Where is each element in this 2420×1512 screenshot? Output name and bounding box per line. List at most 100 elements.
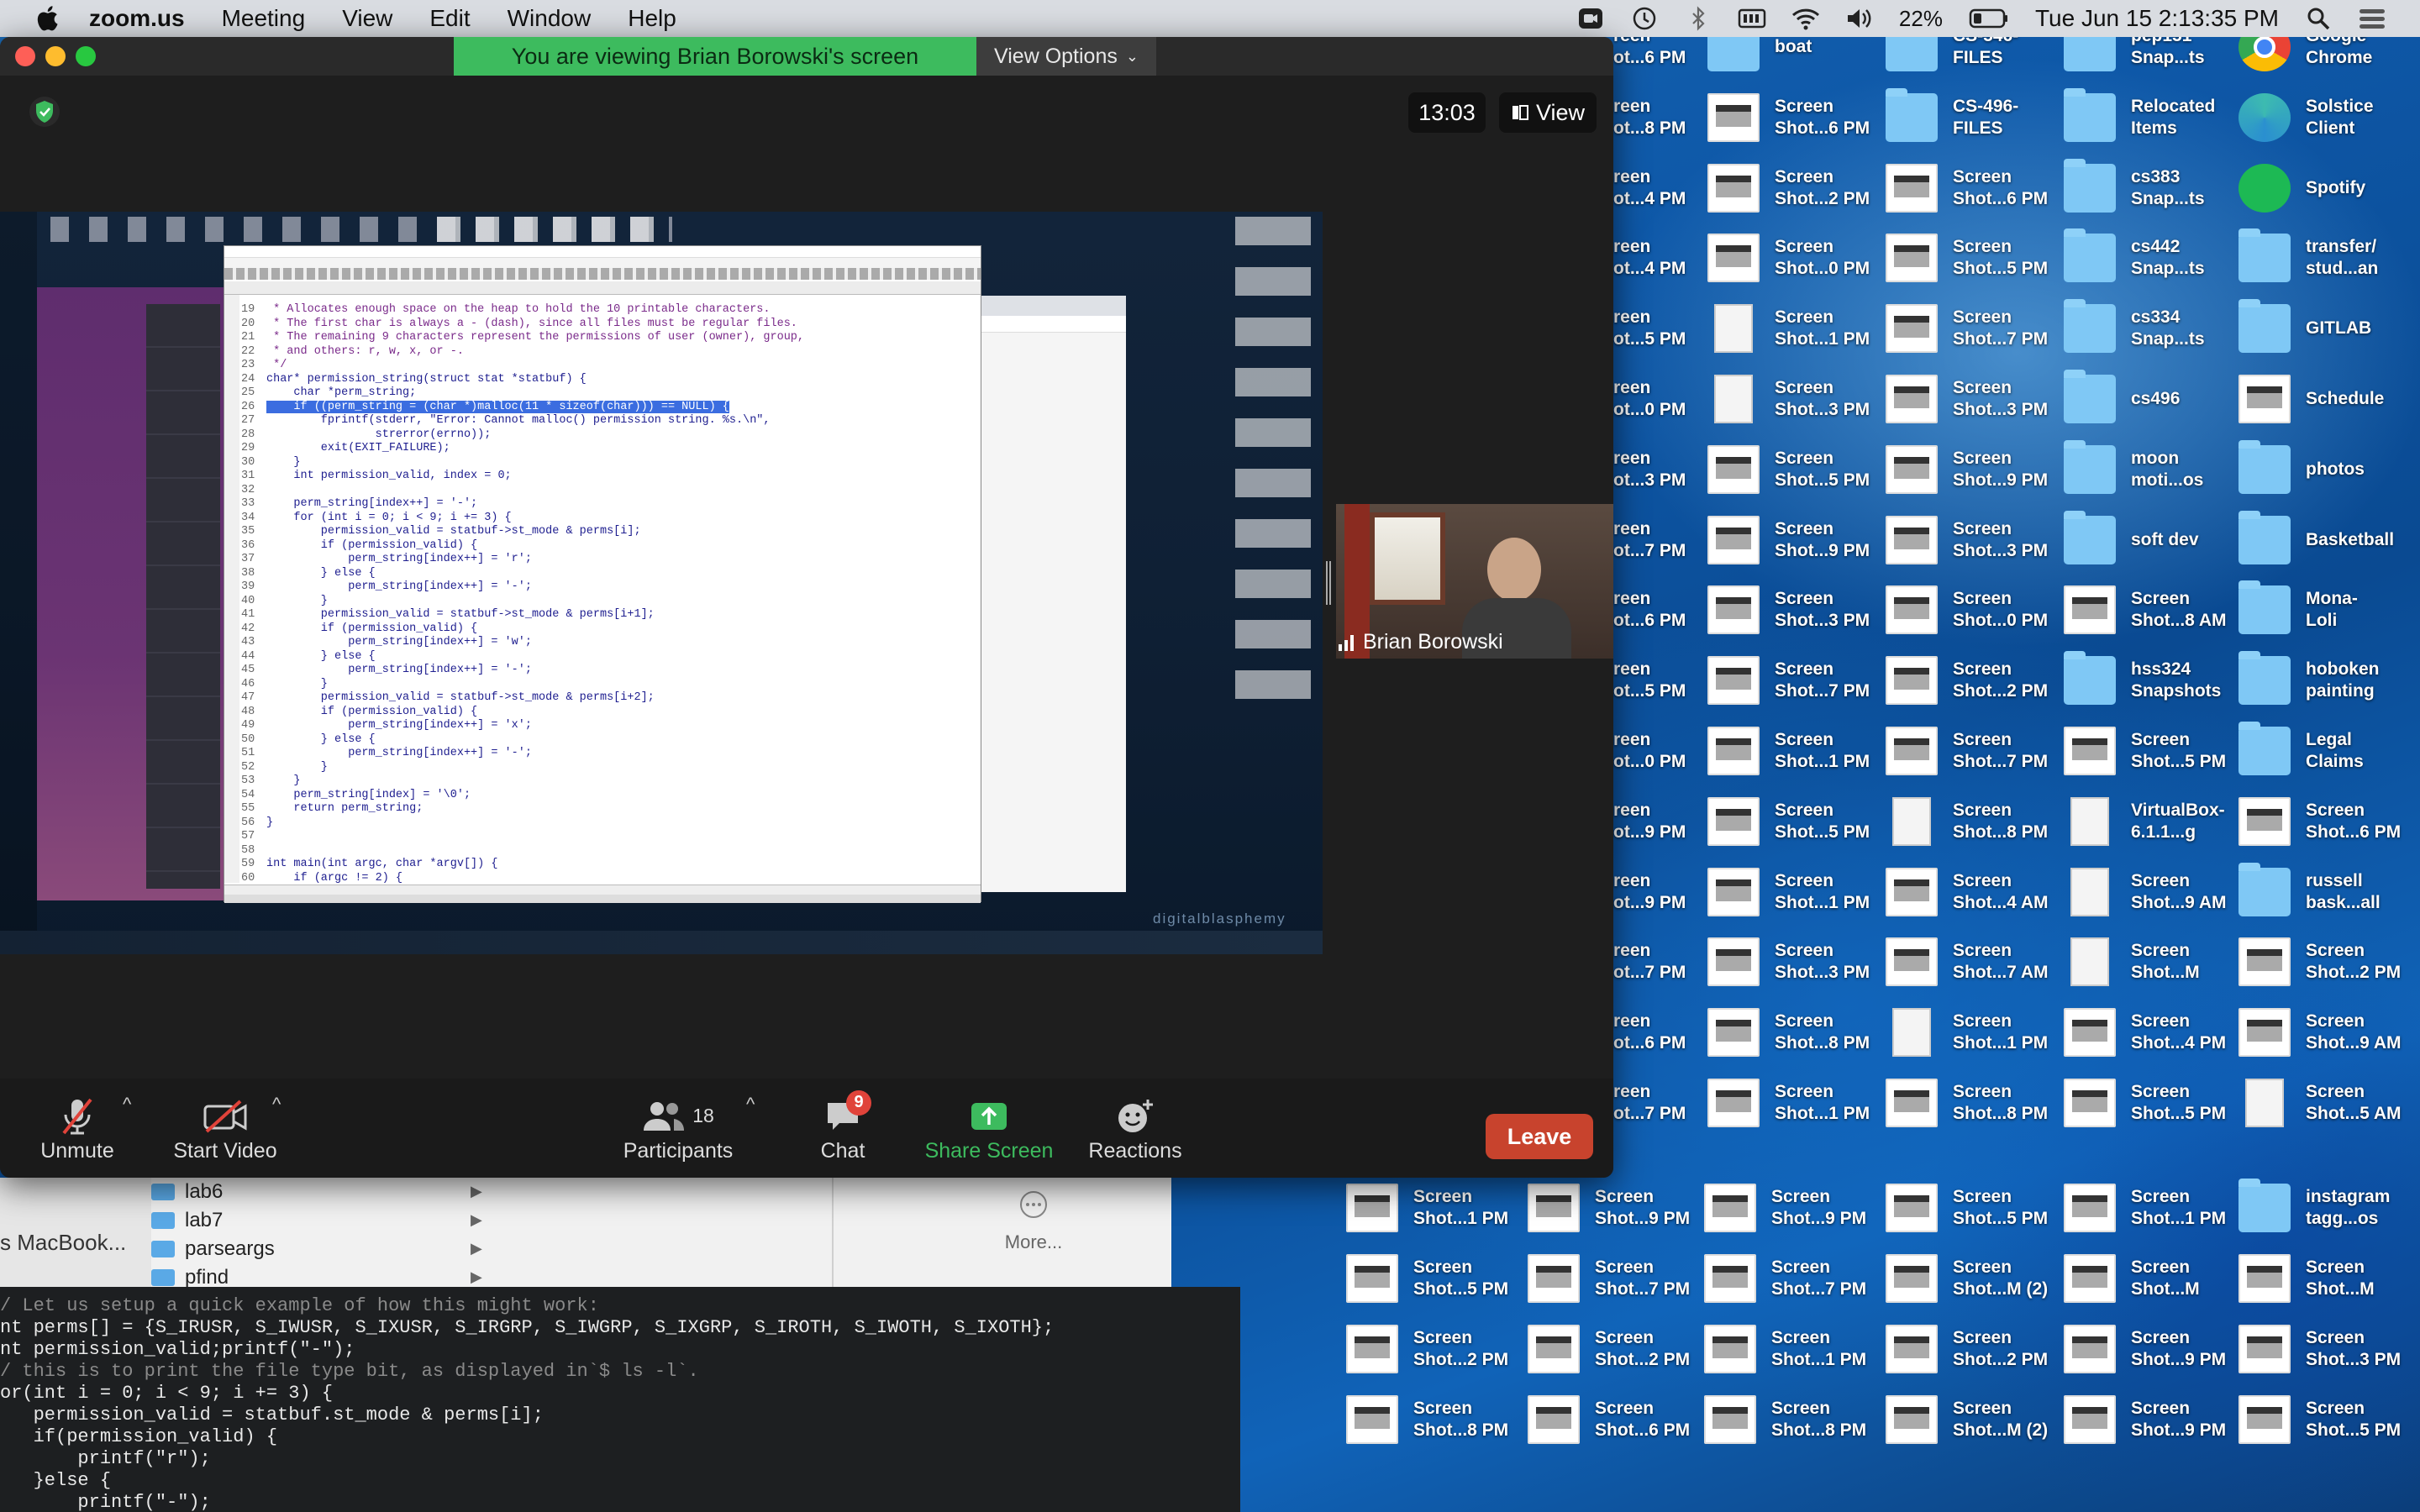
desktop-icon-shot[interactable]: Screen Shot...M	[2064, 1243, 2242, 1314]
desktop-icon-folder[interactable]: cs442 Snap...ts	[2064, 223, 2242, 293]
view-options-button[interactable]: View Options ⌄	[976, 37, 1156, 76]
desktop-icon-shot[interactable]: Screen Shot...9 PM	[2064, 1314, 2242, 1384]
desktop-icon-shot[interactable]: Screen Shot...6 PM	[1528, 1384, 1706, 1455]
desktop-icon-folder[interactable]: CS-496- FILES	[1886, 82, 2064, 153]
desktop-icon-shot[interactable]: Screen Shot...9 PM	[2064, 1384, 2242, 1455]
desktop-icon-shot[interactable]: Screen Shot...2 PM	[1886, 645, 2064, 716]
desktop-icon-shot[interactable]: Screen Shot...8 PM	[1346, 1384, 1524, 1455]
desktop-icon-shot[interactable]: Screen Shot...3 PM	[1886, 505, 2064, 575]
desktop-icon-shot[interactable]: Screen Shot...8 PM	[1707, 997, 1886, 1068]
desktop-icon-folder[interactable]: hss324 Snapshots	[2064, 645, 2242, 716]
desktop-icon-shot[interactable]: Screen Shot...8 PM	[1886, 1068, 2064, 1138]
desktop-icon-folder[interactable]: moon moti...os	[2064, 434, 2242, 505]
finder-item-pfind[interactable]: pfind	[151, 1263, 487, 1287]
desktop-icon-shot[interactable]: Schedule	[2238, 364, 2417, 434]
finder-item-lab7[interactable]: lab7	[151, 1206, 487, 1235]
terminal-editor[interactable]: / Let us setup a quick example of how th…	[0, 1287, 1240, 1512]
leave-button[interactable]: Leave	[1486, 1114, 1593, 1159]
close-window-button[interactable]	[15, 46, 35, 66]
desktop-icon-shot[interactable]: Screen Shot...M (2)	[1886, 1243, 2064, 1314]
desktop-icon-shot[interactable]: Screen Shot...4 AM	[1886, 857, 2064, 927]
desktop-icon-shot[interactable]: Screen Shot...M (2)	[1886, 1384, 2064, 1455]
volume-icon[interactable]	[1845, 6, 1874, 31]
minimize-window-button[interactable]	[45, 46, 66, 66]
menu-meeting[interactable]: Meeting	[222, 5, 306, 32]
desktop-icon-shot[interactable]: Screen Shot...8 AM	[2064, 575, 2242, 645]
desktop-icon-folder[interactable]: soft dev	[2064, 505, 2242, 575]
desktop-icon-folder[interactable]: Basketball	[2238, 505, 2417, 575]
desktop-icon-shot[interactable]: Screen Shot...7 PM	[1886, 293, 2064, 364]
chat-button[interactable]: 9 Chat	[805, 1079, 881, 1178]
desktop-icon-folder[interactable]: instagram tagg...os	[2238, 1173, 2417, 1243]
desktop-icon-shot[interactable]: Screen Shot...7 PM	[1528, 1243, 1706, 1314]
video-options-chevron[interactable]: ^	[272, 1094, 281, 1116]
desktop-icon-shot[interactable]: Screen Shot...7 AM	[1886, 927, 2064, 997]
desktop-icon-shot[interactable]: Screen Shot...2 PM	[2238, 927, 2417, 997]
desktop-icon-shot[interactable]: Screen Shot...6 PM	[2238, 786, 2417, 857]
desktop-icon-doc[interactable]: Screen Shot...8 PM	[1886, 786, 2064, 857]
battery-percent[interactable]: 22%	[1899, 6, 1943, 32]
desktop-icon-doc[interactable]: Screen Shot...1 PM	[1707, 293, 1886, 364]
desktop-icon-shot[interactable]: Screen Shot...0 PM	[1707, 223, 1886, 293]
desktop-icon-folder[interactable]: cs383 Snap...ts	[2064, 153, 2242, 223]
desktop-icon-doc[interactable]: VirtualBox- 6.1.1...g	[2064, 786, 2242, 857]
desktop-icon-shot[interactable]: Screen Shot...5 PM	[2064, 1068, 2242, 1138]
desktop-icon-shot[interactable]: Screen Shot...5 PM	[1707, 434, 1886, 505]
desktop-icon-folder[interactable]: Mona- Loli	[2238, 575, 2417, 645]
finder-sidebar-device[interactable]: s MacBook...	[0, 1230, 126, 1256]
wifi-icon[interactable]	[1791, 6, 1820, 31]
menu-help[interactable]: Help	[628, 5, 676, 32]
finder-item-lab6[interactable]: lab6	[151, 1178, 487, 1206]
desktop-icon-shot[interactable]: Screen Shot...7 PM	[1886, 716, 2064, 786]
desktop-icon-shot[interactable]: Screen Shot...4 PM	[2064, 997, 2242, 1068]
desktop-icon-folder[interactable]: russell bask...all	[2238, 857, 2417, 927]
desktop-icon-shot[interactable]: Screen Shot...1 PM	[2064, 1173, 2242, 1243]
desktop-icon-shot[interactable]: Screen Shot...3 PM	[1707, 575, 1886, 645]
share-screen-button[interactable]: Share Screen	[921, 1079, 1057, 1178]
time-machine-icon[interactable]	[1630, 6, 1659, 31]
reactions-button[interactable]: Reactions	[1086, 1079, 1185, 1178]
battery-icon[interactable]	[1968, 6, 2010, 31]
desktop-icon-shot[interactable]: Screen Shot...9 PM	[1707, 505, 1886, 575]
desktop-icon-shot[interactable]: Screen Shot...9 PM	[1886, 434, 2064, 505]
zoom-status-icon[interactable]	[1576, 6, 1605, 31]
desktop-icon-shot[interactable]: Screen Shot...2 PM	[1886, 1314, 2064, 1384]
desktop-icon-doc[interactable]: Screen Shot...9 AM	[2064, 857, 2242, 927]
desktop-icon-shot[interactable]: Screen Shot...6 PM	[1707, 82, 1886, 153]
desktop-icon-shot[interactable]: Screen Shot...9 PM	[1704, 1173, 1882, 1243]
desktop-icon-shot[interactable]: Screen Shot...5 PM	[1707, 786, 1886, 857]
desktop-icon-doc[interactable]: Screen Shot...M	[2064, 927, 2242, 997]
desktop-icon-shot[interactable]: Screen Shot...2 PM	[1528, 1314, 1706, 1384]
more-button[interactable]: More...	[992, 1189, 1076, 1273]
desktop-icon-folder[interactable]: hoboken painting	[2238, 645, 2417, 716]
desktop-icon-shot[interactable]: Screen Shot...1 PM	[1707, 1068, 1886, 1138]
desktop-icon-shot[interactable]: Screen Shot...2 PM	[1707, 153, 1886, 223]
unmute-button[interactable]: Unmute	[34, 1079, 121, 1178]
desktop-icon-shot[interactable]: Screen Shot...1 PM	[1707, 857, 1886, 927]
desktop-icon-shot[interactable]: Screen Shot...5 PM	[1886, 1173, 2064, 1243]
desktop-icon-folder[interactable]: transfer/ stud...an	[2238, 223, 2417, 293]
desktop-icon-shot[interactable]: Screen Shot...2 PM	[1346, 1314, 1524, 1384]
desktop-icon-shot[interactable]: Screen Shot...5 PM	[2064, 716, 2242, 786]
desktop-icon-folder[interactable]: GITLAB	[2238, 293, 2417, 364]
menu-edit[interactable]: Edit	[429, 5, 470, 32]
control-center-icon[interactable]	[2358, 6, 2386, 31]
desktop-icon-folder[interactable]: Relocated Items	[2064, 82, 2242, 153]
desktop-icon-shot[interactable]: Screen Shot...5 PM	[1346, 1243, 1524, 1314]
desktop-icon-shot[interactable]: Screen Shot...1 PM	[1704, 1314, 1882, 1384]
desktop-icon-shot[interactable]: Screen Shot...5 PM	[1886, 223, 2064, 293]
desktop-icon-folder[interactable]: photos	[2238, 434, 2417, 505]
menu-app-name[interactable]: zoom.us	[89, 5, 185, 32]
desktop-icon-doc[interactable]: Screen Shot...3 PM	[1707, 364, 1886, 434]
desktop-icon-shot[interactable]: Screen Shot...1 PM	[1707, 716, 1886, 786]
desktop-icon-shot[interactable]: Screen Shot...7 PM	[1704, 1243, 1882, 1314]
desktop-icon-doc[interactable]: Screen Shot...5 AM	[2238, 1068, 2417, 1138]
desktop-icon-spotify[interactable]: Spotify	[2238, 153, 2417, 223]
code-editor[interactable]: 19 * Allocates enough space on the heap …	[241, 303, 981, 891]
start-video-button[interactable]: Start Video	[166, 1079, 284, 1178]
desktop-icon-shot[interactable]: Screen Shot...3 PM	[1707, 927, 1886, 997]
desktop-icon-shot[interactable]: Screen Shot...0 PM	[1886, 575, 2064, 645]
desktop-icon-shot[interactable]: Screen Shot...9 PM	[1528, 1173, 1706, 1243]
desktop-icon-solstice[interactable]: Solstice Client	[2238, 82, 2417, 153]
desktop-icon-shot[interactable]: Screen Shot...7 PM	[1707, 645, 1886, 716]
